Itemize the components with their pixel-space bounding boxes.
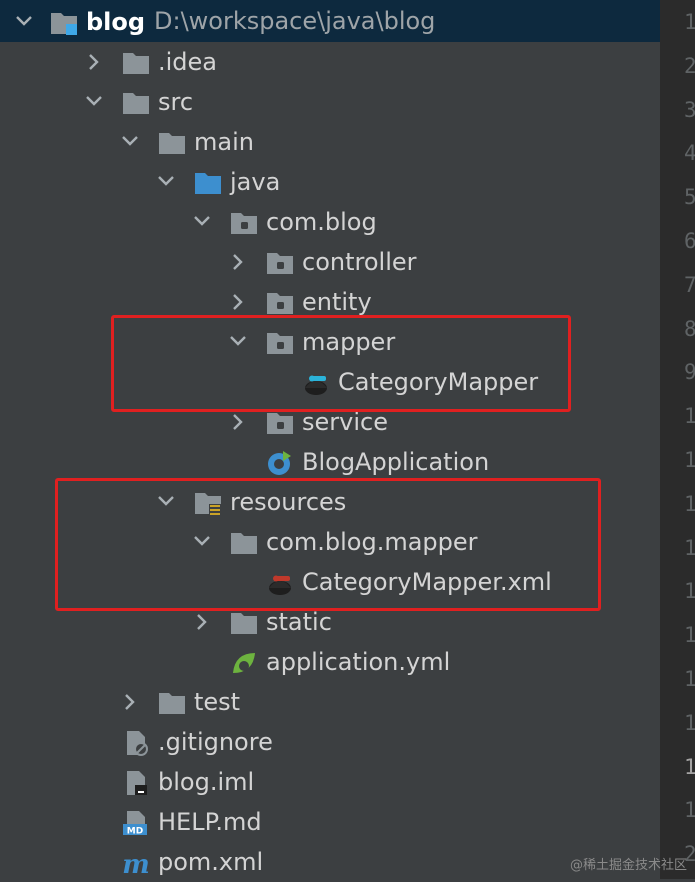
line-number: 7	[684, 272, 695, 297]
line-number: 10	[684, 404, 695, 429]
editor-gutter: 1234567891011121314151617181920	[660, 0, 695, 879]
chevron-down-icon[interactable]	[118, 122, 142, 162]
line-number: 19	[684, 798, 695, 823]
project-tree-panel: blog D:\workspace\java\blog .idea src mai…	[0, 0, 660, 879]
package-icon	[266, 410, 294, 436]
chevron-down-icon[interactable]	[154, 162, 178, 202]
package-icon	[266, 290, 294, 316]
tree-row-java[interactable]: java	[0, 162, 660, 202]
line-number: 11	[684, 448, 695, 472]
line-number: 8	[684, 316, 695, 341]
project-folder-icon	[50, 10, 78, 36]
tree-row-gitignore[interactable]: .gitignore	[0, 722, 660, 762]
tree-row-controller[interactable]: controller	[0, 242, 660, 282]
chevron-right-icon[interactable]	[226, 242, 250, 282]
tree-row-src[interactable]: src	[0, 82, 660, 122]
tree-item-label: pom.xml	[158, 848, 264, 876]
module-file-icon	[122, 770, 150, 796]
package-icon	[266, 250, 294, 276]
line-number: 16	[684, 667, 695, 691]
tree-item-label: com.blog	[266, 208, 377, 236]
line-number: 5	[684, 185, 695, 210]
tree-item-label: HELP.md	[158, 808, 262, 836]
package-icon	[230, 210, 258, 236]
tree-row-idea[interactable]: .idea	[0, 42, 660, 82]
watermark: @稀土掘金技术社区	[569, 858, 687, 873]
tree-item-label: application.yml	[266, 648, 451, 676]
line-number: 17	[684, 710, 695, 735]
tree-row-blog-iml[interactable]: blog.iml	[0, 762, 660, 802]
chevron-down-icon[interactable]	[82, 82, 106, 122]
spring-config-icon	[230, 650, 258, 676]
tree-item-label: controller	[302, 248, 417, 276]
line-number: 14	[684, 579, 695, 604]
tree-item-label: java	[230, 168, 281, 196]
tree-item-label: src	[158, 88, 194, 116]
line-number: 1	[684, 10, 695, 34]
spring-boot-class-icon	[266, 450, 294, 476]
tree-item-label: .gitignore	[158, 728, 273, 756]
tree-row-application-yml[interactable]: application.yml	[0, 642, 660, 682]
highlight-box-resources	[55, 478, 601, 611]
tree-row-pom-xml[interactable]: m pom.xml	[0, 842, 660, 882]
tree-row-com-blog[interactable]: com.blog	[0, 202, 660, 242]
maven-file-icon: m	[122, 850, 150, 876]
folder-icon	[122, 50, 150, 76]
svg-text:m: m	[122, 850, 150, 876]
chevron-right-icon[interactable]	[82, 42, 106, 82]
line-number: 3	[684, 97, 695, 122]
line-number: 9	[684, 360, 695, 385]
tree-item-label: .idea	[158, 48, 218, 76]
tree-item-label: blog	[86, 8, 146, 36]
source-root-folder-icon	[194, 170, 222, 196]
highlight-box-mapper	[111, 315, 571, 412]
tree-item-label: main	[194, 128, 254, 156]
line-number: 13	[684, 535, 695, 560]
chevron-down-icon[interactable]	[190, 202, 214, 242]
tree-item-label: blog.iml	[158, 768, 255, 796]
line-number: 4	[684, 141, 695, 166]
tree-row-test[interactable]: test	[0, 682, 660, 722]
chevron-right-icon[interactable]	[118, 682, 142, 722]
line-number: 15	[684, 623, 695, 648]
chevron-down-icon[interactable]	[12, 2, 36, 42]
tree-row-main[interactable]: main	[0, 122, 660, 162]
tree-row-blog[interactable]: blog D:\workspace\java\blog	[0, 2, 660, 42]
tree-row-blogapplication[interactable]: BlogApplication	[0, 442, 660, 482]
line-number: 18	[684, 754, 695, 779]
line-number: 12	[684, 491, 695, 516]
tree-row-help-md[interactable]: MD HELP.md	[0, 802, 660, 842]
markdown-file-icon: MD	[122, 810, 150, 836]
line-number: 6	[684, 229, 695, 253]
svg-text:MD: MD	[127, 827, 143, 837]
folder-icon	[230, 610, 258, 636]
line-number: 2	[684, 53, 695, 78]
folder-icon	[158, 690, 186, 716]
folder-icon	[158, 130, 186, 156]
ignored-file-icon	[122, 730, 150, 756]
project-path: D:\workspace\java\blog	[154, 7, 436, 35]
folder-icon	[122, 90, 150, 116]
tree-item-label: test	[194, 688, 241, 716]
tree-item-label: BlogApplication	[302, 448, 490, 476]
